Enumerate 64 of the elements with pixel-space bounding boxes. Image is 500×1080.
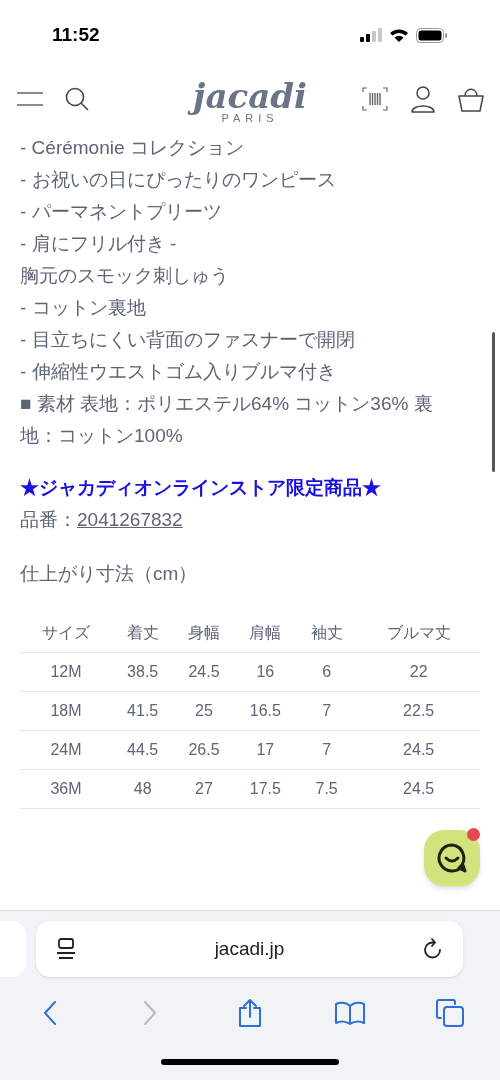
description-line: - 目立ちにくい背面のファスナーで開閉 <box>20 328 356 352</box>
table-cell: 24.5 <box>357 769 480 808</box>
product-number-label: 品番： <box>20 508 77 532</box>
logo-tagline: PARIS <box>221 112 279 124</box>
clock: 11:52 <box>52 22 101 47</box>
table-cell: 16.5 <box>234 691 296 730</box>
chat-button[interactable] <box>424 830 480 886</box>
description-line: - 伸縮性ウエストゴム入りブルマ付き <box>20 360 337 384</box>
tabs-icon <box>435 998 465 1028</box>
search-icon[interactable] <box>64 86 90 112</box>
table-cell: 22 <box>357 652 480 691</box>
address-bar[interactable]: jacadi.jp <box>36 921 463 977</box>
product-number-link[interactable]: 2041267832 <box>77 504 183 536</box>
battery-icon <box>416 27 448 43</box>
table-cell: 12M <box>20 652 112 691</box>
table-cell: 22.5 <box>357 691 480 730</box>
table-cell: 48 <box>112 769 174 808</box>
table-cell: 41.5 <box>112 691 174 730</box>
chat-smile-icon <box>436 842 468 874</box>
table-cell: 44.5 <box>112 730 174 769</box>
url-text: jacadi.jp <box>213 936 286 961</box>
back-icon <box>42 1000 58 1026</box>
table-cell: 7 <box>296 730 358 769</box>
column-header: 着丈 <box>112 614 174 652</box>
table-cell: 7 <box>296 691 358 730</box>
book-icon <box>334 1000 366 1026</box>
account-icon[interactable] <box>410 85 436 113</box>
wifi-icon <box>389 27 409 43</box>
table-cell: 7.5 <box>296 769 358 808</box>
table-cell: 26.5 <box>173 730 235 769</box>
column-header: 肩幅 <box>234 614 296 652</box>
table-cell: 38.5 <box>112 652 174 691</box>
description-line: ■ 素材 表地：ポリエステル64% コットン36% 裏地：コットン100% <box>20 392 434 448</box>
reader-icon <box>56 938 76 960</box>
table-cell: 24M <box>20 730 112 769</box>
share-icon <box>237 998 263 1028</box>
description-line: - Cérémonie コレクション <box>20 136 245 160</box>
description-line: - お祝いの日にぴったりのワンピース <box>20 168 337 192</box>
description-line: - コットン裏地 <box>20 296 147 320</box>
column-header: ブルマ丈 <box>357 614 480 652</box>
menu-icon[interactable] <box>16 89 44 109</box>
table-cell: 17 <box>234 730 296 769</box>
table-cell: 24.5 <box>173 652 235 691</box>
forward-icon <box>142 1000 158 1026</box>
table-cell: 27 <box>173 769 235 808</box>
signal-icon <box>360 28 382 42</box>
promo-heading: ★ジャカディオンラインストア限定商品★ <box>20 476 382 500</box>
description-line: - 肩にフリル付き - <box>20 232 178 256</box>
column-header: サイズ <box>20 614 112 652</box>
size-section-title: 仕上がり寸法（cm） <box>20 562 199 586</box>
barcode-scan-icon[interactable] <box>362 87 388 111</box>
logo[interactable]: jacadi PARIS <box>156 74 344 124</box>
description-line: 胸元のスモック刺しゅう <box>20 264 230 288</box>
table-cell: 24.5 <box>357 730 480 769</box>
table-cell: 25 <box>173 691 235 730</box>
table-cell: 18M <box>20 691 112 730</box>
table-cell: 17.5 <box>234 769 296 808</box>
reload-icon <box>423 938 443 960</box>
table-cell: 16 <box>234 652 296 691</box>
column-header: 袖丈 <box>296 614 358 652</box>
description-line: - パーマネントプリーツ <box>20 200 223 224</box>
column-header: 身幅 <box>173 614 235 652</box>
table-cell: 6 <box>296 652 358 691</box>
table-cell: 36M <box>20 769 112 808</box>
